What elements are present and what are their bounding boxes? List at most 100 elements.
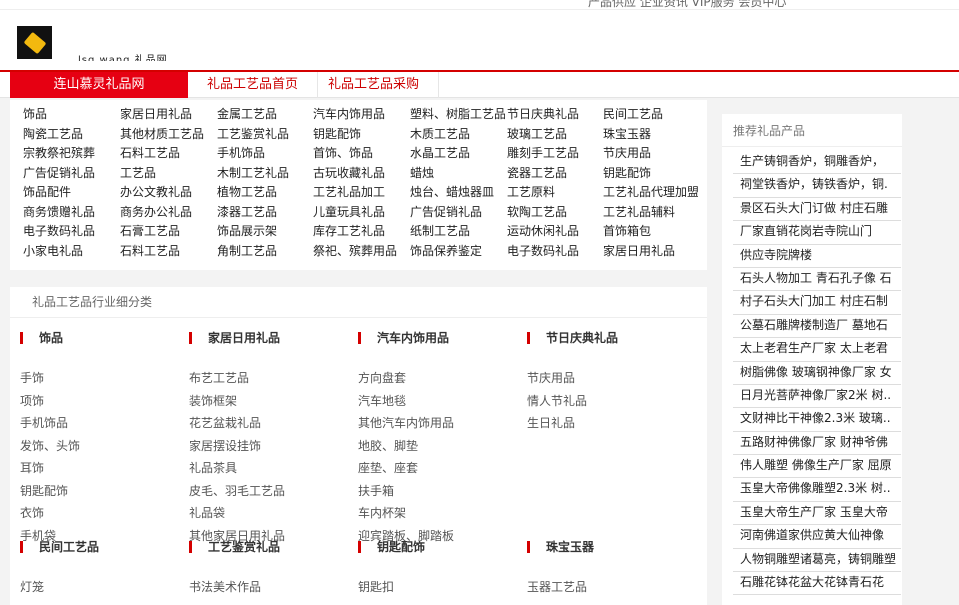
- recommended-product-link[interactable]: 河南佛道家供应黄大仙神像: [733, 526, 901, 549]
- category-link[interactable]: 广告促销礼品: [23, 164, 118, 184]
- section-heading[interactable]: 汽车内饰用品: [358, 330, 528, 346]
- subcategory-link[interactable]: 扶手箱: [358, 480, 528, 503]
- category-link[interactable]: 办公文教礼品: [120, 183, 215, 203]
- nav-home-link[interactable]: 连山慕灵礼品网: [10, 72, 188, 98]
- recommended-product-link[interactable]: 日月光菩萨神像厂家2米 树..: [733, 386, 901, 409]
- category-link[interactable]: 手机饰品: [217, 144, 312, 164]
- subcategory-link[interactable]: 汽车地毯: [358, 390, 528, 413]
- category-link[interactable]: 植物工艺品: [217, 183, 312, 203]
- subcategory-link[interactable]: 玉器工艺品: [527, 576, 697, 599]
- category-link[interactable]: 石料工艺品: [120, 144, 215, 164]
- category-link[interactable]: 工艺礼品辅料: [603, 203, 698, 223]
- category-link[interactable]: 小家电礼品: [23, 242, 118, 262]
- subcategory-link[interactable]: 节庆用品: [527, 367, 697, 390]
- category-link[interactable]: 石料工艺品: [120, 242, 215, 262]
- category-link[interactable]: 商务办公礼品: [120, 203, 215, 223]
- category-link[interactable]: 瓷器工艺品: [507, 164, 602, 184]
- section-heading[interactable]: 钥匙配饰: [358, 539, 528, 555]
- section-heading[interactable]: 饰品: [20, 330, 190, 346]
- category-link[interactable]: 工艺品: [120, 164, 215, 184]
- category-link[interactable]: 古玩收藏礼品: [313, 164, 408, 184]
- category-link[interactable]: 工艺礼品加工: [313, 183, 408, 203]
- category-link[interactable]: 饰品保养鉴定: [410, 242, 505, 262]
- category-link[interactable]: 广告促销礼品: [410, 203, 505, 223]
- subcategory-link[interactable]: 发饰、头饰: [20, 435, 190, 458]
- category-link[interactable]: 雕刻手工艺品: [507, 144, 602, 164]
- recommended-product-link[interactable]: 人物铜雕塑诸葛亮，铸铜雕塑: [733, 550, 901, 573]
- category-link[interactable]: 商务馈赠礼品: [23, 203, 118, 223]
- subcategory-link[interactable]: 手饰: [20, 367, 190, 390]
- subcategory-link[interactable]: 其他汽车内饰用品: [358, 412, 528, 435]
- category-link[interactable]: 民间工艺品: [603, 105, 698, 125]
- category-link[interactable]: 木制工艺礼品: [217, 164, 312, 184]
- category-link[interactable]: 家居日用礼品: [120, 105, 215, 125]
- nav-item-home[interactable]: 礼品工艺品首页: [188, 72, 319, 98]
- category-link[interactable]: 工艺鉴赏礼品: [217, 125, 312, 145]
- category-link[interactable]: 软陶工艺品: [507, 203, 602, 223]
- category-link[interactable]: 节庆用品: [603, 144, 698, 164]
- recommended-product-link[interactable]: 伟人雕塑 佛像生产厂家 屈原: [733, 456, 901, 479]
- recommended-product-link[interactable]: 公墓石雕牌楼制造厂 墓地石: [733, 316, 901, 339]
- section-heading[interactable]: 家居日用礼品: [189, 330, 359, 346]
- category-link[interactable]: 饰品展示架: [217, 222, 312, 242]
- nav-item-purchase[interactable]: 礼品工艺品采购: [309, 72, 440, 98]
- category-link[interactable]: 首饰箱包: [603, 222, 698, 242]
- category-link[interactable]: 塑料、树脂工艺品: [410, 105, 505, 125]
- subcategory-link[interactable]: 项饰: [20, 390, 190, 413]
- category-link[interactable]: 石膏工艺品: [120, 222, 215, 242]
- category-link[interactable]: 陶瓷工艺品: [23, 125, 118, 145]
- recommended-product-link[interactable]: 玉皇大帝佛像雕塑2.3米 树..: [733, 479, 901, 502]
- recommended-product-link[interactable]: 生产铸铜香炉，铜雕香炉，: [733, 152, 901, 175]
- category-link[interactable]: 儿童玩具礼品: [313, 203, 408, 223]
- subcategory-link[interactable]: 布艺工艺品: [189, 367, 359, 390]
- logo[interactable]: [17, 26, 52, 59]
- category-link[interactable]: 库存工艺礼品: [313, 222, 408, 242]
- subcategory-link[interactable]: 装饰框架: [189, 390, 359, 413]
- subcategory-link[interactable]: 皮毛、羽毛工艺品: [189, 480, 359, 503]
- subcategory-link[interactable]: 钥匙扣: [358, 576, 528, 599]
- subcategory-link[interactable]: 灯笼: [20, 576, 190, 599]
- section-heading[interactable]: 节日庆典礼品: [527, 330, 697, 346]
- category-link[interactable]: 宗教祭祀殡葬: [23, 144, 118, 164]
- category-link[interactable]: 烛台、蜡烛器皿: [410, 183, 505, 203]
- recommended-product-link[interactable]: 村子石头大门加工 村庄石制: [733, 292, 901, 315]
- subcategory-link[interactable]: 耳饰: [20, 457, 190, 480]
- recommended-product-link[interactable]: 石头人物加工 青石孔子像 石: [733, 269, 901, 292]
- section-heading[interactable]: 民间工艺品: [20, 539, 190, 555]
- subcategory-link[interactable]: 车内杯架: [358, 502, 528, 525]
- subcategory-link[interactable]: 书法美术作品: [189, 576, 359, 599]
- category-link[interactable]: 纸制工艺品: [410, 222, 505, 242]
- category-link[interactable]: 工艺原料: [507, 183, 602, 203]
- category-link[interactable]: 家居日用礼品: [603, 242, 698, 262]
- recommended-product-link[interactable]: 石雕花钵花盆大花钵青石花: [733, 573, 901, 596]
- recommended-product-link[interactable]: 供应寺院牌楼: [733, 246, 901, 268]
- subcategory-link[interactable]: 钥匙配饰: [20, 480, 190, 503]
- recommended-product-link[interactable]: 文财神比干神像2.3米 玻璃..: [733, 409, 901, 432]
- subcategory-link[interactable]: 花艺盆栽礼品: [189, 412, 359, 435]
- category-link[interactable]: 其他材质工艺品: [120, 125, 215, 145]
- category-link[interactable]: 水晶工艺品: [410, 144, 505, 164]
- category-link[interactable]: 蜡烛: [410, 164, 505, 184]
- recommended-product-link[interactable]: 祠堂铁香炉，铸铁香炉，铜.: [733, 175, 901, 198]
- recommended-product-link[interactable]: 树脂佛像 玻璃钢神像厂家 女: [733, 363, 901, 385]
- section-heading[interactable]: 珠宝玉器: [527, 539, 697, 555]
- recommended-product-link[interactable]: 景区石头大门订做 村庄石雕: [733, 199, 901, 222]
- category-link[interactable]: 木质工艺品: [410, 125, 505, 145]
- category-link[interactable]: 祭祀、殡葬用品: [313, 242, 408, 262]
- subcategory-link[interactable]: 礼品袋: [189, 502, 359, 525]
- subcategory-link[interactable]: 座垫、座套: [358, 457, 528, 480]
- recommended-product-link[interactable]: 太上老君生产厂家 太上老君: [733, 339, 901, 362]
- category-link[interactable]: 珠宝玉器: [603, 125, 698, 145]
- category-link[interactable]: 工艺礼品代理加盟: [603, 183, 698, 203]
- category-link[interactable]: 电子数码礼品: [507, 242, 602, 262]
- category-link[interactable]: 汽车内饰用品: [313, 105, 408, 125]
- subcategory-link[interactable]: 生日礼品: [527, 412, 697, 435]
- subcategory-link[interactable]: 情人节礼品: [527, 390, 697, 413]
- subcategory-link[interactable]: 家居摆设挂饰: [189, 435, 359, 458]
- section-heading[interactable]: 工艺鉴赏礼品: [189, 539, 359, 555]
- category-link[interactable]: 玻璃工艺品: [507, 125, 602, 145]
- subcategory-link[interactable]: 礼品茶具: [189, 457, 359, 480]
- subcategory-link[interactable]: 方向盘套: [358, 367, 528, 390]
- recommended-product-link[interactable]: 五路财神佛像厂家 财神爷佛: [733, 433, 901, 456]
- category-link[interactable]: 节日庆典礼品: [507, 105, 602, 125]
